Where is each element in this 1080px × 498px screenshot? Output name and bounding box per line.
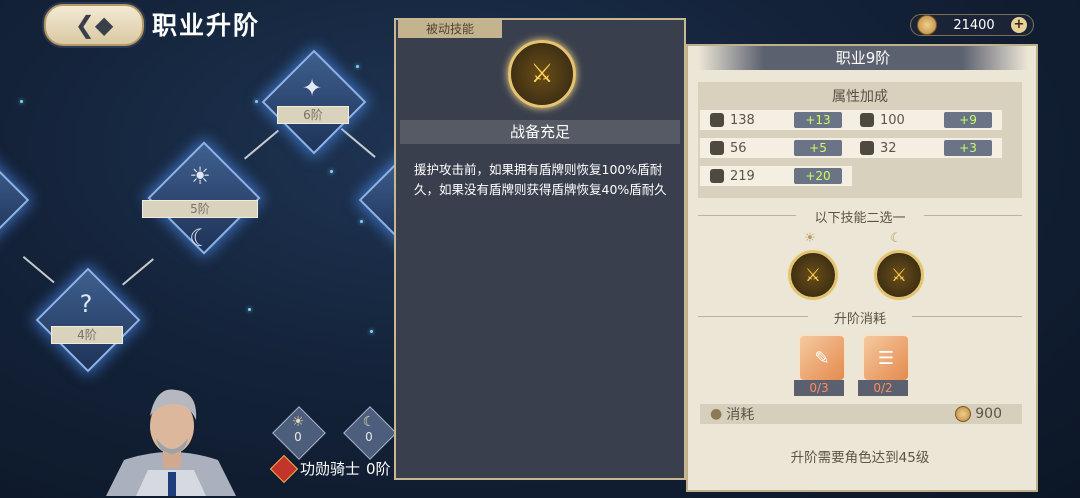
currency-display: 21400 + [910, 14, 1034, 36]
coin-icon [955, 406, 972, 422]
shield-icon [710, 141, 724, 155]
node-frame [35, 267, 141, 373]
skill-description: 援护攻击前，如果拥有盾牌则恢复100%盾耐久，如果没有盾牌则获得盾牌恢复40%盾… [414, 162, 667, 197]
tier-5-node[interactable]: ☀ 5阶 ☾ [142, 141, 261, 266]
star-particle [20, 100, 23, 103]
compass-star-icon: ✦ [301, 74, 323, 102]
star-particle [255, 100, 258, 103]
attribute-value: 100 [880, 112, 905, 128]
moon-points-value: 0 [365, 430, 373, 444]
cost-value: 900 [975, 406, 1002, 422]
currency-value: 21400 [953, 17, 995, 33]
cost-label: 消耗 [726, 407, 755, 423]
attribute-row: 100 +9 [850, 110, 1002, 130]
class-rank: 0阶 [366, 460, 391, 478]
back-arrow-icon: ❮◆ [74, 11, 114, 39]
attribute-bonus: +5 [794, 140, 842, 156]
magic-wand-icon [860, 113, 874, 127]
class-name: 功勋骑士 [300, 460, 361, 478]
attribute-row: 219 +20 [700, 166, 852, 186]
coin-icon [917, 15, 937, 35]
moon-icon: ☾ [189, 224, 211, 252]
question-icon: ? [79, 290, 93, 318]
star-particle [370, 330, 373, 333]
star-particle [356, 65, 359, 68]
star-particle [330, 170, 333, 173]
material-count: 0/2 [858, 380, 908, 396]
attribute-value: 56 [730, 140, 747, 156]
page-title: 职业升阶 [152, 11, 261, 40]
node-frame [261, 49, 367, 155]
sun-icon: ☀ [189, 162, 211, 190]
skill-name: 战备充足 [400, 120, 680, 144]
add-currency-button[interactable]: + [1010, 17, 1027, 33]
skill-shield-icon: ⚔ [508, 40, 576, 108]
choose-skill-title: 以下技能二选一 [814, 211, 906, 226]
attribute-row: 56 +5 [700, 138, 852, 158]
tier-label: 6阶 [277, 106, 349, 124]
bag-icon: ● [710, 406, 723, 422]
attribute-bonus: +9 [944, 112, 992, 128]
tier-node-partial[interactable] [0, 154, 30, 246]
tier-6-node[interactable]: ✦ 6阶 [261, 49, 367, 155]
material-count: 0/3 [794, 380, 844, 396]
moon-icon: ☾ [362, 414, 376, 430]
heart-icon [710, 169, 724, 183]
rank-icon [269, 454, 299, 483]
panel-title: 职业9阶 [698, 46, 1028, 70]
tier-label: 5阶 [142, 200, 258, 218]
attribute-row: 138 +13 [700, 110, 852, 130]
tier-label: 4阶 [51, 326, 123, 344]
attribute-bonus: +3 [944, 140, 992, 156]
cost-title: 升阶消耗 [833, 312, 886, 327]
book-icon[interactable]: ☰ [862, 334, 910, 382]
skill-choice-sun[interactable]: ⚔ [788, 250, 838, 300]
back-button[interactable]: ❮◆ [44, 4, 144, 46]
moon-points-slot: ☾ 0 [343, 406, 397, 460]
tier-4-node[interactable]: ? 4阶 [35, 267, 141, 373]
star-particle [360, 220, 363, 223]
attribute-bonus: +13 [794, 112, 842, 128]
attribute-bonus: +20 [794, 168, 842, 184]
popup-tab: 被动技能 [398, 20, 502, 38]
requirement-text: 升阶需要角色达到45级 [790, 450, 930, 466]
attribute-value: 219 [730, 168, 755, 184]
cost-bar: ● 消耗 900 [700, 404, 1022, 424]
sun-points-slot: ☀ 0 [272, 406, 326, 460]
sun-icon: ☀ [291, 414, 305, 430]
attribute-row: 32 +3 [850, 138, 1002, 158]
sun-icon: ☀ [804, 231, 816, 246]
attribute-value: 138 [730, 112, 755, 128]
moon-icon: ☾ [890, 231, 902, 246]
attribute-value: 32 [880, 140, 897, 156]
star-particle [248, 308, 251, 311]
skill-choice-moon[interactable]: ⚔ [874, 250, 924, 300]
sun-points-value: 0 [294, 430, 302, 444]
scroll-icon[interactable]: ✎ [798, 334, 846, 382]
character-portrait [106, 389, 236, 496]
sword-icon [710, 113, 724, 127]
attribute-title: 属性加成 [832, 89, 888, 105]
magic-defense-icon [860, 141, 874, 155]
character-class: 功勋骑士 0阶 [269, 454, 391, 483]
